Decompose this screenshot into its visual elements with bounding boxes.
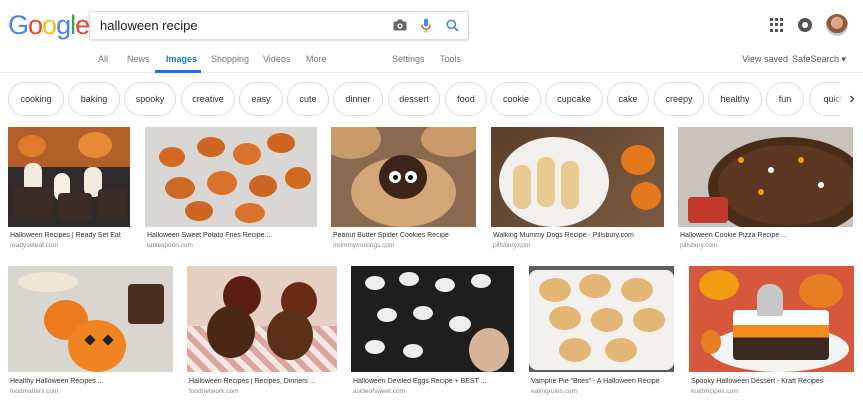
image-result[interactable]: Halloween Sweet Potato Fries Recipe ... … — [145, 127, 317, 251]
image-result[interactable]: Healthy Halloween Recipes ... foodmatter… — [8, 266, 173, 400]
chip-fun[interactable]: fun — [766, 82, 804, 116]
tab-all[interactable]: All — [98, 54, 108, 64]
result-caption[interactable]: Vampire Pie "Bites" - A Halloween Recipe — [531, 378, 676, 385]
result-source[interactable]: foodnetwork.com — [189, 388, 239, 395]
result-source[interactable]: readyseteat.com — [10, 242, 58, 249]
result-thumbnail[interactable] — [678, 127, 853, 227]
logo-letter: G — [8, 10, 29, 40]
result-source[interactable]: kraftrecipes.com — [691, 388, 739, 395]
chip-cooking[interactable]: cooking — [8, 82, 64, 116]
chip-cookie[interactable]: cookie — [491, 82, 541, 116]
google-logo[interactable]: Google — [8, 10, 90, 41]
account-avatar[interactable] — [826, 14, 848, 36]
result-source[interactable]: asideofsweet.com — [353, 388, 405, 395]
search-actions — [392, 17, 460, 33]
image-result[interactable]: Halloween Recipes | Recipes, Dinners ...… — [187, 266, 337, 400]
result-thumbnail[interactable] — [8, 266, 173, 372]
chips-next-arrow[interactable]: › — [841, 82, 863, 116]
result-thumbnail[interactable] — [187, 266, 337, 372]
chip-spooky[interactable]: spooky — [124, 82, 176, 116]
image-result[interactable]: Walking Mummy Dogs Recipe - Pillsbury.co… — [491, 127, 664, 251]
result-thumbnail[interactable] — [145, 127, 317, 227]
result-caption[interactable]: Peanut Butter Spider Cookies Recipe — [333, 232, 478, 239]
logo-letter: o — [42, 10, 57, 40]
tab-more[interactable]: More — [306, 54, 327, 64]
result-caption[interactable]: Halloween Sweet Potato Fries Recipe ... — [147, 232, 319, 239]
result-caption[interactable]: Healthy Halloween Recipes ... — [10, 378, 175, 385]
result-thumbnail[interactable] — [491, 127, 664, 227]
logo-letter: g — [56, 10, 71, 40]
chip-creepy[interactable]: creepy — [654, 82, 704, 116]
result-source[interactable]: mommymusings.com — [333, 242, 394, 249]
result-thumbnail[interactable] — [351, 266, 514, 372]
chip-cake[interactable]: cake — [607, 82, 649, 116]
microphone-icon[interactable] — [418, 17, 434, 33]
tab-tools[interactable]: Tools — [440, 54, 461, 64]
search-tabs: All News Images Shopping Videos More Set… — [0, 48, 863, 73]
image-result[interactable]: Halloween Recipes | Ready Set Eat readys… — [8, 127, 130, 251]
safesearch-menu[interactable]: SafeSearch ▾ — [792, 54, 846, 65]
chip-cute[interactable]: cute — [287, 82, 329, 116]
chip-creative[interactable]: creative — [181, 82, 235, 116]
result-caption[interactable]: Halloween Deviled Eggs Recipe + BEST ... — [353, 378, 516, 385]
result-thumbnail[interactable] — [529, 266, 674, 372]
result-source[interactable]: tablespoon.com — [147, 242, 193, 249]
active-tab-indicator — [155, 70, 201, 73]
result-source[interactable]: pillsbury.com — [680, 242, 717, 249]
chip-food[interactable]: food — [445, 82, 487, 116]
search-box[interactable]: halloween recipe — [89, 11, 469, 40]
chip-easy[interactable]: easy — [239, 82, 283, 116]
result-thumbnail[interactable] — [8, 127, 130, 227]
result-caption[interactable]: Halloween Recipes | Ready Set Eat — [10, 232, 132, 239]
logo-letter: o — [28, 10, 43, 40]
tab-news[interactable]: News — [127, 54, 150, 64]
chip-healthy[interactable]: healthy — [708, 82, 762, 116]
chip-dinner[interactable]: dinner — [333, 82, 383, 116]
search-input[interactable]: halloween recipe — [100, 18, 198, 33]
chip-baking[interactable]: baking — [68, 82, 120, 116]
result-caption[interactable]: Halloween Recipes | Recipes, Dinners ... — [189, 378, 339, 385]
result-caption[interactable]: Halloween Cookie Pizza Recipe ... — [680, 232, 855, 239]
apps-grid-icon[interactable] — [770, 18, 784, 32]
logo-letter: e — [75, 10, 90, 40]
result-source[interactable]: pillsbury.com — [493, 242, 530, 249]
search-icon[interactable] — [444, 17, 460, 33]
image-result[interactable]: Spooky Halloween Dessert - Kraft Recipes… — [689, 266, 854, 400]
tab-videos[interactable]: Videos — [263, 54, 290, 64]
notifications-icon[interactable] — [798, 18, 812, 32]
account-area — [770, 14, 848, 36]
result-thumbnail[interactable] — [689, 266, 854, 372]
image-result[interactable]: Vampire Pie "Bites" - A Halloween Recipe… — [529, 266, 674, 400]
view-saved-link[interactable]: View saved — [742, 54, 788, 64]
tab-shopping[interactable]: Shopping — [211, 54, 249, 64]
chip-cupcake[interactable]: cupcake — [545, 82, 603, 116]
image-result[interactable]: Halloween Cookie Pizza Recipe ... pillsb… — [678, 127, 853, 251]
camera-icon[interactable] — [392, 17, 408, 33]
related-chips: cooking baking spooky creative easy cute… — [0, 82, 863, 118]
chip-dessert[interactable]: dessert — [388, 82, 440, 116]
result-caption[interactable]: Walking Mummy Dogs Recipe - Pillsbury.co… — [493, 232, 666, 239]
result-source[interactable]: eatingrules.com — [531, 388, 577, 395]
result-caption[interactable]: Spooky Halloween Dessert - Kraft Recipes — [691, 378, 856, 385]
tab-settings[interactable]: Settings — [392, 54, 425, 64]
image-result[interactable]: Halloween Deviled Eggs Recipe + BEST ...… — [351, 266, 514, 400]
image-result[interactable]: Peanut Butter Spider Cookies Recipe momm… — [331, 127, 476, 251]
result-source[interactable]: foodmatters.com — [10, 388, 58, 395]
tab-images[interactable]: Images — [166, 54, 197, 64]
result-thumbnail[interactable] — [331, 127, 476, 227]
